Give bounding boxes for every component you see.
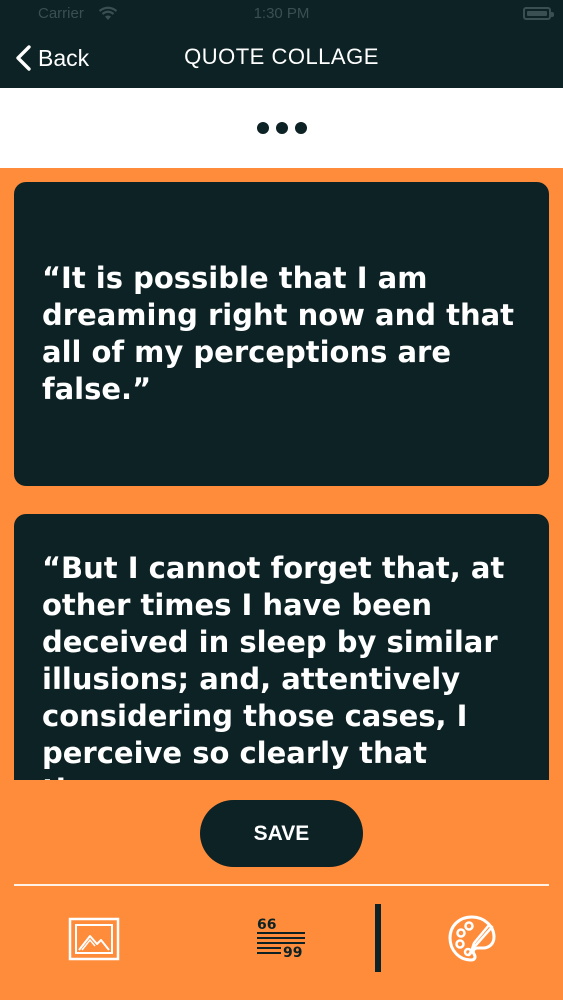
more-dot-icon (294, 122, 307, 134)
quote-text: “It is possible that I am dreaming right… (42, 261, 515, 406)
palette-icon[interactable] (446, 913, 498, 965)
image-frame-icon[interactable] (68, 917, 120, 961)
quote-card[interactable]: “But I cannot forget that, at other time… (14, 514, 549, 780)
more-dot-icon (256, 122, 269, 134)
divider (14, 884, 549, 886)
status-time: 1:30 PM (253, 5, 310, 22)
svg-text:99: 99 (283, 945, 302, 960)
quote-card[interactable]: “It is possible that I am dreaming right… (14, 182, 549, 486)
status-bar: Carrier 1:30 PM (0, 0, 563, 28)
navigation-header: Carrier 1:30 PM Back QUOTE COLLAGE (0, 0, 563, 88)
chevron-left-icon (16, 45, 31, 71)
tab-separator (375, 904, 381, 972)
quote-text: “But I cannot forget that, at other time… (42, 551, 505, 780)
svg-text:66: 66 (257, 917, 276, 933)
battery-icon (523, 7, 554, 20)
back-button[interactable]: Back (14, 40, 89, 76)
save-button[interactable]: SAVE (200, 800, 363, 867)
quote-list[interactable]: “It is possible that I am dreaming right… (0, 168, 563, 780)
more-dot-icon (275, 122, 288, 134)
quote-text-icon[interactable]: 66 99 (255, 916, 307, 960)
options-toolbar (0, 88, 563, 168)
more-options-button[interactable] (249, 114, 315, 142)
back-button-label: Back (38, 44, 90, 71)
